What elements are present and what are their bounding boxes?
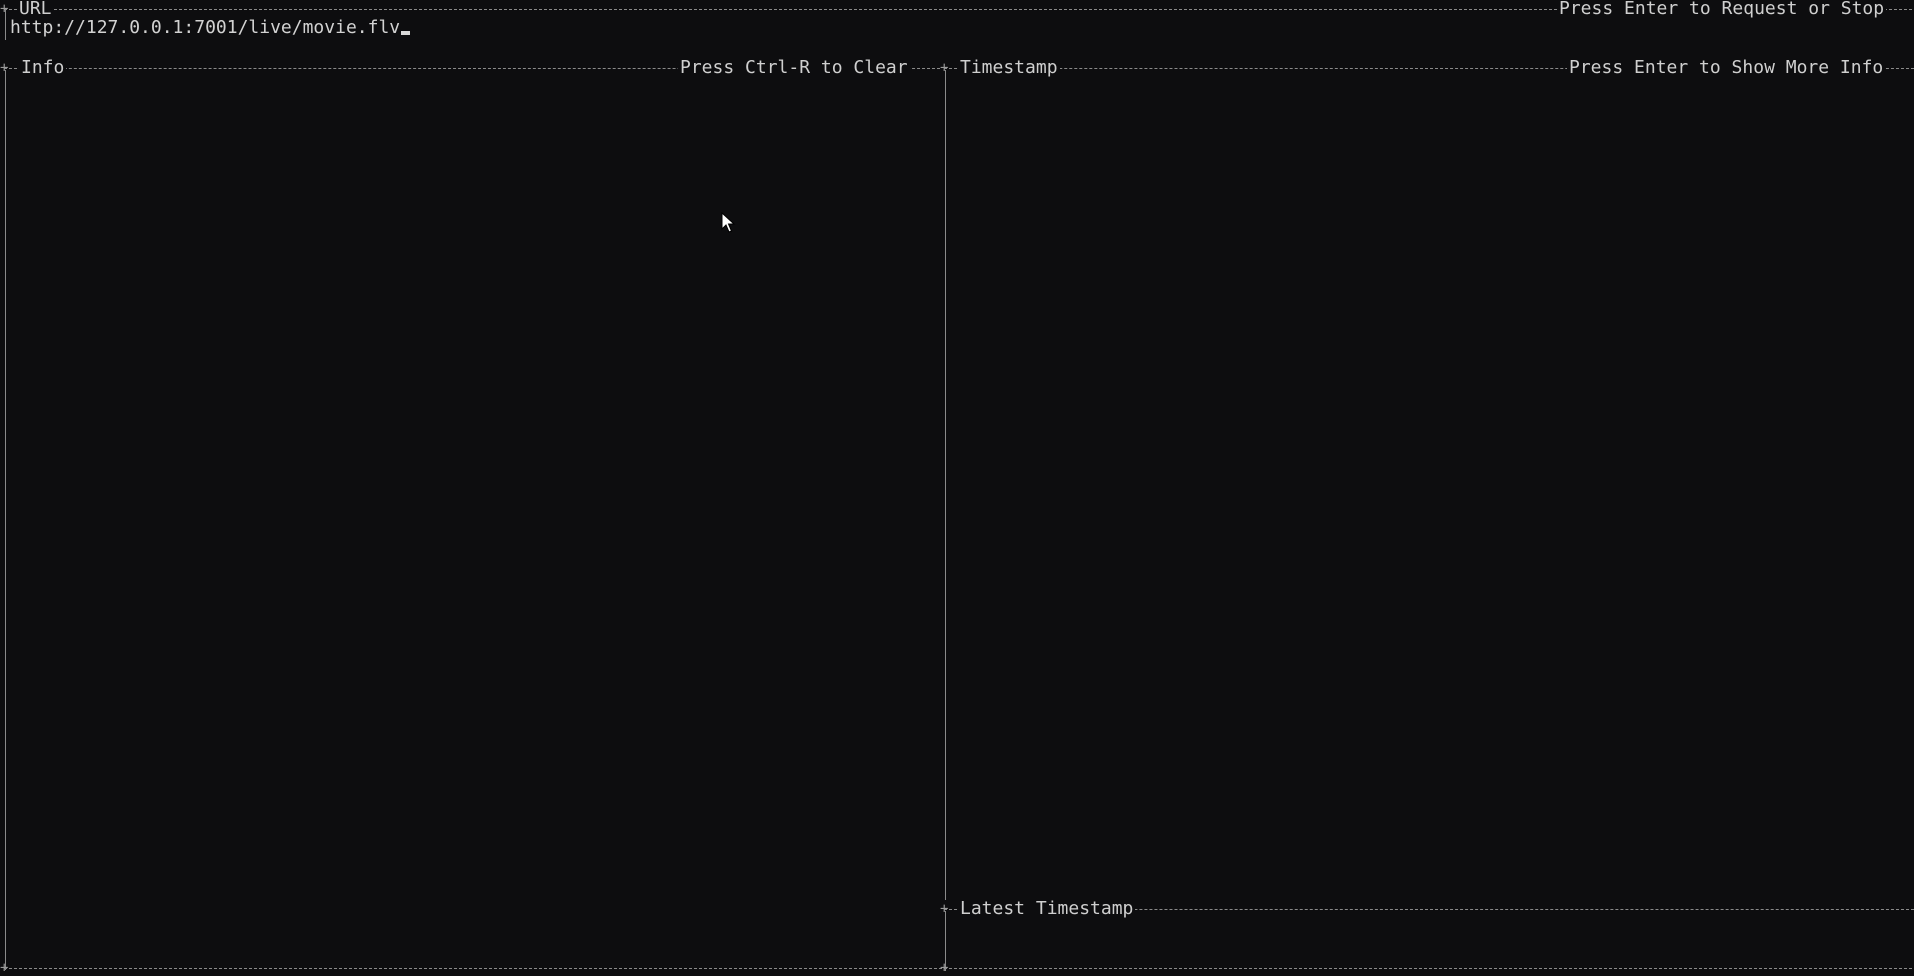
latest-timestamp-value: [950, 921, 1910, 961]
url-input[interactable]: http://127.0.0.1:7001/live/movie.flv: [10, 17, 411, 38]
url-panel-corner-icon: [0, 4, 10, 14]
bottom-left-corner-icon: [0, 963, 10, 973]
timestamp-panel-corner-icon: [940, 63, 950, 73]
timestamp-panel-title: Timestamp: [958, 57, 1060, 78]
latest-timestamp-panel-title: Latest Timestamp: [958, 898, 1136, 919]
url-panel: URL Press Enter to Request or Stop http:…: [0, 0, 1914, 58]
info-panel: Info Press Ctrl-R to Clear: [0, 58, 944, 976]
bottom-border: [4, 968, 1912, 969]
bottom-middle-corner-icon: [940, 963, 950, 973]
info-panel-title: Info: [19, 57, 67, 78]
info-log-area[interactable]: [8, 80, 938, 960]
url-panel-hint: Press Enter to Request or Stop: [1557, 0, 1887, 19]
timestamp-panel: Timestamp Press Enter to Show More Info: [940, 58, 1914, 900]
url-input-value: http://127.0.0.1:7001/live/movie.flv: [10, 17, 401, 38]
timestamp-list[interactable]: [950, 80, 1910, 890]
text-cursor-icon: [401, 31, 411, 35]
timestamp-panel-left-border: [945, 70, 946, 900]
latest-timestamp-panel: Latest Timestamp: [940, 899, 1914, 976]
info-panel-hint: Press Ctrl-R to Clear: [678, 57, 910, 78]
timestamp-panel-hint: Press Enter to Show More Info: [1567, 57, 1886, 78]
info-panel-corner-icon: [0, 63, 10, 73]
mouse-pointer-icon: [721, 212, 736, 233]
info-panel-left-border: [5, 70, 6, 970]
latest-timestamp-panel-corner-icon: [940, 904, 950, 914]
